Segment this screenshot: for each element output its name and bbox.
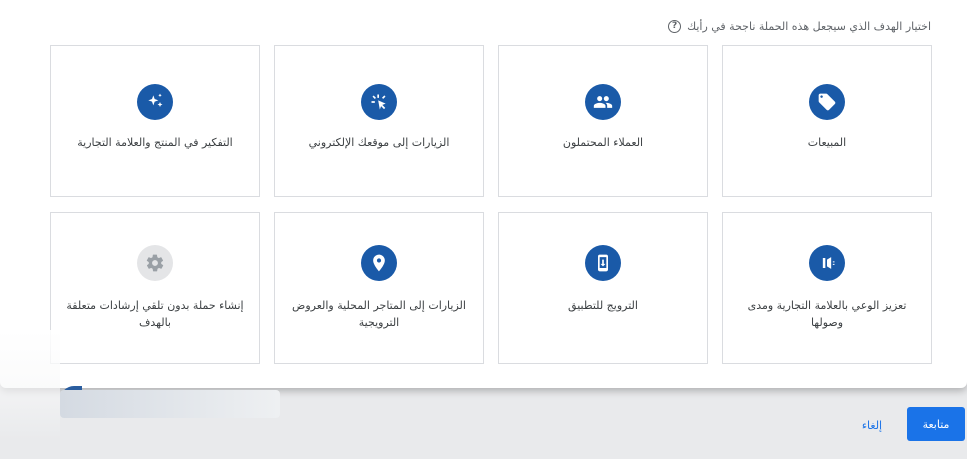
sparkle-consideration-icon (137, 84, 173, 120)
sales-tag-icon (809, 84, 845, 120)
goal-card-label: التفكير في المنتج والعلامة التجارية (77, 136, 233, 149)
goal-card-app-promotion[interactable]: الترويج للتطبيق (498, 212, 708, 364)
goal-question-text: اختيار الهدف الذي سيجعل هذه الحملة ناجحة… (687, 20, 931, 33)
leads-people-icon (585, 84, 621, 120)
goal-selection-panel: اختيار الهدف الذي سيجعل هذه الحملة ناجحة… (0, 0, 967, 388)
website-traffic-icon (361, 84, 397, 120)
goal-card-label: إنشاء حملة بدون تلقي إرشادات متعلقة باله… (66, 299, 244, 329)
goal-card-leads[interactable]: العملاء المحتملون (498, 45, 708, 197)
goal-card-website-traffic[interactable]: الزيارات إلى موقعك الإلكتروني (274, 45, 484, 197)
cancel-button[interactable]: إلغاء (852, 415, 892, 435)
background-shadow (0, 330, 60, 440)
goal-card-label: الزيارات إلى موقعك الإلكتروني (308, 136, 450, 149)
awareness-megaphone-icon (809, 245, 845, 281)
goal-card-label: العملاء المحتملون (562, 136, 644, 149)
goal-card-sales[interactable]: المبيعات (722, 45, 932, 197)
continue-button[interactable]: متابعة (907, 407, 965, 441)
app-promotion-phone-icon (585, 245, 621, 281)
goal-question: اختيار الهدف الذي سيجعل هذه الحملة ناجحة… (668, 20, 931, 33)
goal-card-awareness[interactable]: تعزيز الوعي بالعلامة التجارية ومدى وصوله… (722, 212, 932, 364)
goal-card-local-store-visits[interactable]: الزيارات إلى المتاجر المحلية والعروض الت… (274, 212, 484, 364)
goal-card-label: الزيارات إلى المتاجر المحلية والعروض الت… (292, 299, 466, 329)
gear-icon (137, 245, 173, 281)
goal-card-label: المبيعات (807, 136, 847, 149)
goal-card-label: تعزيز الوعي بالعلامة التجارية ومدى وصوله… (747, 299, 907, 329)
goal-card-no-guidance[interactable]: إنشاء حملة بدون تلقي إرشادات متعلقة باله… (50, 212, 260, 364)
goal-card-label: الترويج للتطبيق (568, 299, 638, 312)
goal-card-consideration[interactable]: التفكير في المنتج والعلامة التجارية (50, 45, 260, 197)
location-pin-icon (361, 245, 397, 281)
footer-placeholder-bar (60, 390, 280, 418)
help-icon[interactable]: ? (668, 20, 682, 33)
